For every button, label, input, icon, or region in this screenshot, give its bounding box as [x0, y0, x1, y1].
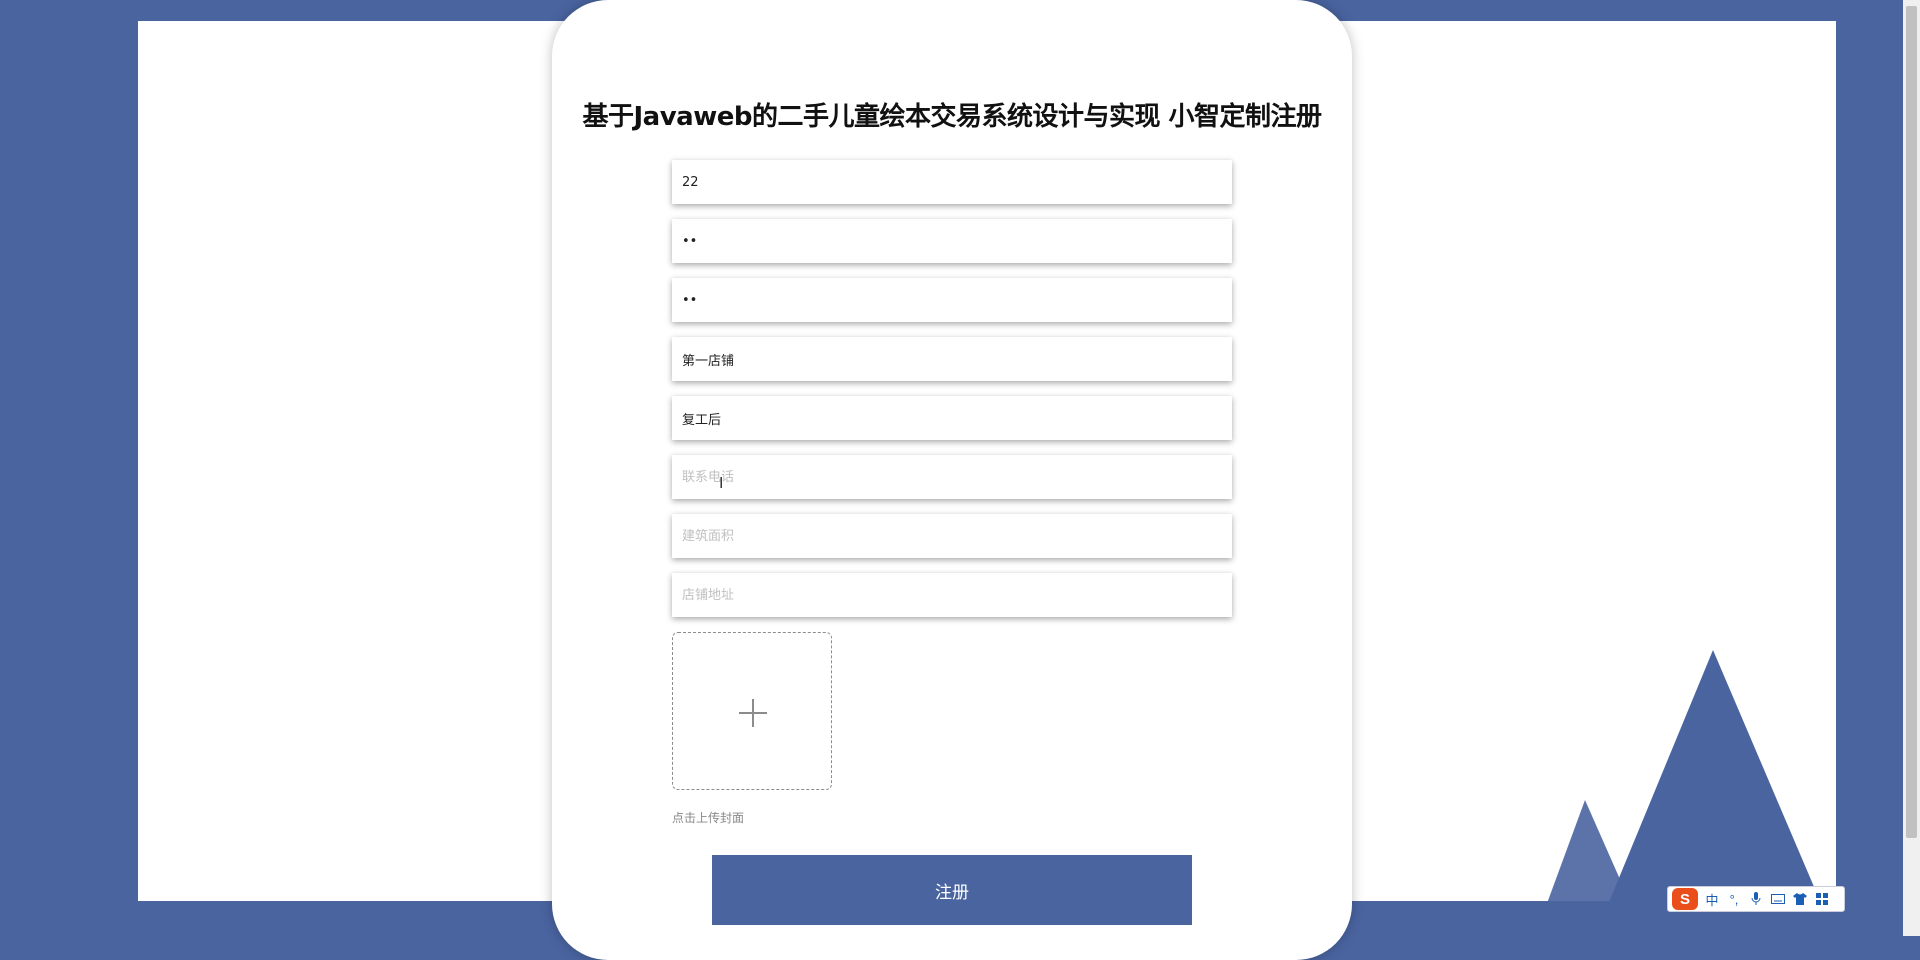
- username-input[interactable]: [672, 160, 1232, 204]
- confirm-password-input[interactable]: [672, 278, 1232, 322]
- upload-hint: 点击上传封面: [672, 811, 745, 825]
- register-card: 基于Javaweb的二手儿童绘本交易系统设计与实现 小智定制注册 点击上传封面 …: [552, 0, 1352, 960]
- skin-icon[interactable]: [1792, 890, 1808, 908]
- page-title: 基于Javaweb的二手儿童绘本交易系统设计与实现 小智定制注册: [582, 102, 1322, 132]
- register-button[interactable]: 注册: [712, 855, 1192, 925]
- building-area-input[interactable]: [672, 514, 1232, 558]
- scrollbar-thumb[interactable]: [1906, 6, 1917, 838]
- ime-punct-toggle[interactable]: °,: [1726, 890, 1742, 908]
- scrollbar[interactable]: [1903, 0, 1920, 936]
- microphone-icon[interactable]: [1748, 890, 1764, 908]
- shop-address-input[interactable]: [672, 573, 1232, 617]
- toolbox-icon[interactable]: [1814, 890, 1830, 908]
- shop-name-input[interactable]: [672, 337, 1232, 381]
- ime-toolbar[interactable]: S 中 °,: [1667, 886, 1845, 912]
- phone-input[interactable]: [672, 455, 1232, 499]
- ime-mode-toggle[interactable]: 中: [1704, 890, 1720, 908]
- keyboard-icon[interactable]: [1770, 890, 1786, 908]
- text-cursor-icon: I: [719, 475, 724, 492]
- plus-icon-vertical: [752, 699, 754, 727]
- cover-upload-button[interactable]: [672, 632, 832, 790]
- sogou-logo-icon[interactable]: S: [1672, 888, 1698, 910]
- password-input[interactable]: [672, 219, 1232, 263]
- owner-name-input[interactable]: [672, 396, 1232, 440]
